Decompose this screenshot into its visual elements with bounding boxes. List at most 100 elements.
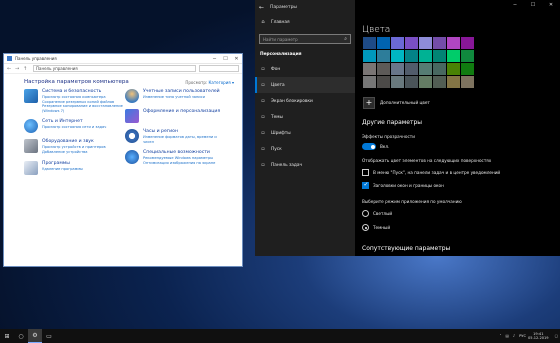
close-button[interactable]: ✕ [231, 56, 242, 62]
search-taskbar-icon[interactable]: ○ [14, 329, 28, 343]
color-swatch[interactable] [391, 50, 404, 62]
color-swatch[interactable] [433, 76, 446, 88]
settings-search-input[interactable]: Найти параметр ⌕ [259, 34, 351, 44]
color-swatch[interactable] [433, 63, 446, 75]
color-swatch[interactable] [447, 37, 460, 49]
transparency-toggle[interactable] [362, 143, 376, 150]
category-link[interactable]: Резервное копирование и восстановление (… [42, 104, 125, 113]
category-link[interactable]: Изменение форматов даты, времени и чисел [143, 135, 226, 144]
category-link[interactable]: Добавление устройства [42, 150, 106, 155]
color-swatch[interactable] [391, 63, 404, 75]
color-swatch[interactable] [363, 76, 376, 88]
custom-color-label[interactable]: Дополнительный цвет [380, 100, 430, 105]
color-swatch[interactable] [363, 37, 376, 49]
view-selector[interactable]: Просмотр: Категория ▾ [185, 80, 234, 85]
sidebar-item-1[interactable]: ▫ Цвета [255, 77, 355, 93]
sidebar-item-2[interactable]: ▫ Экран блокировки [255, 93, 355, 109]
back-arrow-icon[interactable]: ← [7, 66, 15, 72]
category-title[interactable]: Оформление и персонализация [143, 109, 220, 115]
category-hardware[interactable]: Оборудование и звук Просмотр устройств и… [24, 139, 125, 154]
color-swatch[interactable] [419, 50, 432, 62]
sidebar-item-3[interactable]: ▫ Темы [255, 109, 355, 125]
color-swatch[interactable] [363, 63, 376, 75]
color-swatch[interactable] [377, 37, 390, 49]
color-swatch[interactable] [405, 76, 418, 88]
page-title: Цвета [362, 25, 391, 35]
color-swatch[interactable] [433, 37, 446, 49]
sidebar-item-6[interactable]: ▫ Панель задач [255, 157, 355, 173]
color-swatch[interactable] [405, 37, 418, 49]
maximize-button[interactable]: ☐ [524, 0, 542, 10]
color-swatch[interactable] [377, 76, 390, 88]
globe-network-icon [24, 119, 38, 134]
view-value[interactable]: Категория ▾ [209, 80, 234, 85]
image-icon: ▫ [261, 66, 265, 72]
minimize-button[interactable]: ─ [209, 56, 220, 62]
color-swatch[interactable] [447, 63, 460, 75]
back-arrow-icon[interactable]: ← [259, 4, 264, 11]
category-column-left: Система и безопасность Просмотр состояни… [24, 89, 125, 181]
search-input[interactable] [199, 65, 239, 72]
start-button[interactable]: ⊞ [0, 329, 14, 343]
accent-start-checkbox[interactable] [362, 169, 369, 176]
file-explorer-icon[interactable]: ▭ [42, 329, 56, 343]
accent-color-grid [363, 37, 474, 88]
settings-taskbar-icon[interactable]: ⚙ [28, 329, 42, 343]
clock-icon [125, 129, 139, 143]
sidebar-item-0[interactable]: ▫ Фон [255, 61, 355, 77]
up-arrow-icon[interactable]: ↑ [23, 66, 31, 72]
category-clock[interactable]: Часы и регион Изменение форматов даты, в… [125, 129, 226, 144]
color-swatch[interactable] [461, 76, 474, 88]
notifications-icon[interactable]: ▢ [555, 334, 558, 338]
color-swatch[interactable] [405, 63, 418, 75]
color-swatch[interactable] [363, 50, 376, 62]
sidebar-item-label: Пуск [271, 146, 282, 152]
dark-mode-radio[interactable] [362, 224, 369, 231]
language-indicator[interactable]: РУС [519, 334, 526, 338]
category-link[interactable]: Изменение типа учетной записи [143, 95, 220, 100]
category-users[interactable]: Учетные записи пользователей Изменение т… [125, 89, 226, 103]
clock[interactable]: 19:41 05.12.2019 [528, 332, 549, 341]
color-swatch[interactable] [419, 63, 432, 75]
color-swatch[interactable] [461, 63, 474, 75]
sidebar-item-label: Фон [271, 66, 281, 72]
add-custom-color-button[interactable]: + [363, 97, 375, 109]
address-bar[interactable]: Панель управления [33, 65, 196, 72]
maximize-button[interactable]: ☐ [220, 56, 231, 62]
color-swatch[interactable] [419, 76, 432, 88]
light-mode-radio[interactable] [362, 210, 369, 217]
category-accessibility[interactable]: Специальные возможности Рекомендуемые Wi… [125, 150, 226, 165]
category-link[interactable]: Оптимизация изображения на экране [143, 161, 215, 166]
category-link[interactable]: Удаление программы [42, 167, 83, 172]
category-system[interactable]: Система и безопасность Просмотр состояни… [24, 89, 125, 113]
accent-surfaces-label: Отображать цвет элементов на следующих п… [362, 158, 492, 163]
chevron-up-icon[interactable]: ˄ [500, 334, 502, 338]
sidebar-item-4[interactable]: ▫ Шрифты [255, 125, 355, 141]
sidebar-item-label: Экран блокировки [271, 98, 313, 104]
category-appearance[interactable]: Оформление и персонализация [125, 109, 226, 123]
minimize-button[interactable]: ─ [506, 0, 524, 10]
color-swatch[interactable] [447, 76, 460, 88]
color-swatch[interactable] [391, 37, 404, 49]
network-icon[interactable]: ▤ [505, 334, 508, 338]
color-swatch[interactable] [391, 76, 404, 88]
color-swatch[interactable] [377, 50, 390, 62]
close-button[interactable]: ✕ [542, 0, 560, 10]
sidebar-item-home[interactable]: ⌂ Главная [255, 14, 355, 30]
color-swatch[interactable] [461, 50, 474, 62]
sidebar-item-5[interactable]: ▫ Пуск [255, 141, 355, 157]
forward-arrow-icon[interactable]: → [15, 66, 23, 72]
volume-icon[interactable]: ♪ [513, 334, 515, 338]
category-link[interactable]: Просмотр состояния сети и задач [42, 125, 106, 130]
color-swatch[interactable] [377, 63, 390, 75]
category-network[interactable]: Сеть и Интернет Просмотр состояния сети … [24, 119, 125, 134]
sidebar-item-label: Панель задач [271, 162, 303, 168]
accent-titlebars-checkbox[interactable] [362, 181, 369, 189]
color-swatch[interactable] [405, 50, 418, 62]
color-swatch[interactable] [461, 37, 474, 49]
color-swatch[interactable] [433, 50, 446, 62]
color-swatch[interactable] [419, 37, 432, 49]
category-programs[interactable]: Программы Удаление программы [24, 160, 125, 175]
color-swatch[interactable] [447, 50, 460, 62]
search-placeholder: Найти параметр [263, 36, 298, 42]
